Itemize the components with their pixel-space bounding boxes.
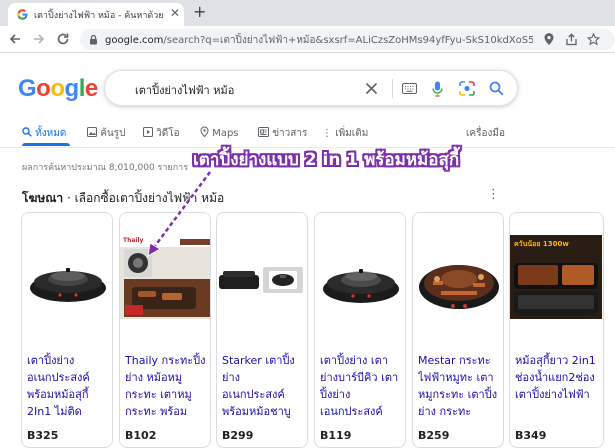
product-title: เตาปิ้งย่าง อเนกประสงค์ พร้อมหม้อสุกี้ 2… — [27, 354, 90, 418]
product-price: B349 — [515, 429, 547, 442]
product-image — [510, 213, 602, 341]
search-divider — [392, 79, 393, 98]
shopping-ads-heading: โฆษณา · เลือกซื้อเตาปิ้งย่างไฟฟ้า หม้อ — [22, 189, 224, 208]
search-box[interactable]: เตาปิ้งย่างไฟฟ้า หม้อ — [104, 70, 518, 106]
product-price: B259 — [418, 429, 450, 442]
ads-title: · เลือกซื้อเตาปิ้งย่างไฟฟ้า หม้อ — [63, 191, 225, 205]
product-badge: Thaily — [123, 237, 144, 244]
news-icon — [258, 127, 269, 137]
lock-icon — [90, 34, 97, 45]
product-price: B325 — [27, 429, 59, 442]
ad-label: โฆษณา — [22, 191, 64, 205]
browser-toolbar: google.com/search?q=เตาปิ้งย่างไฟฟ้า+หม้… — [0, 26, 615, 53]
product-image — [120, 213, 210, 341]
microphone-icon[interactable] — [432, 81, 443, 97]
google-logo[interactable]: Google — [18, 75, 98, 103]
product-card[interactable]: ควันน้อย 1300w หม้อสุกี้ยาว 2in1 ช่องน้ำ… — [509, 212, 604, 448]
product-title: Mestar กระทะไฟฟ้าหมูทะ เตาหมูกระทะ เตาปิ… — [418, 354, 498, 418]
result-stats: ผลการค้นหาประมาณ 8,010,000 รายการ — [22, 163, 189, 173]
product-title: หม้อสุกี้ยาว 2in1 ช่องน้ำแยก2ช่อง เตาปิ้… — [515, 354, 596, 401]
tab-news-label: ข่าวสาร — [272, 128, 308, 139]
new-tab-icon[interactable]: + — [193, 2, 206, 21]
active-tab-indicator — [22, 143, 70, 146]
tab-images-label: ค้นรูป — [100, 128, 126, 139]
url-text: google.com/search?q=เตาปิ้งย่างไฟฟ้า+หม้… — [105, 33, 533, 48]
tools-label: เครื่องมือ — [466, 128, 505, 139]
product-card[interactable]: Mestar กระทะไฟฟ้าหมูทะ เตาหมูกระทะ เตาปิ… — [412, 212, 504, 448]
tab-videos-label: วิดีโอ — [156, 128, 180, 139]
forward-icon[interactable] — [32, 32, 46, 46]
product-image — [22, 213, 112, 341]
tab-all-label: ทั้งหมด — [35, 128, 67, 139]
product-card[interactable]: Starker เตาปิ้งย่าง อเนกประสงค์ พร้อมหม้… — [216, 212, 308, 448]
callout-label: เตาปิ้งย่างแบบ 2 in 1 พร้อมหม้อสุกี้ — [193, 150, 460, 170]
video-icon — [143, 127, 153, 137]
tab-videos[interactable]: วิดีโอ — [143, 126, 180, 141]
product-card[interactable]: เตาปิ้งย่าง อเนกประสงค์ พร้อมหม้อสุกี้ 2… — [21, 212, 113, 448]
browser-tab[interactable]: เตาปิ้งย่างไฟฟ้า หม้อ - ค้นหาด้วย Goo ✕ — [8, 3, 184, 26]
ads-menu-icon[interactable]: ⋮ — [487, 187, 500, 202]
tab-maps[interactable]: Maps — [200, 126, 239, 139]
product-price: B102 — [125, 429, 157, 442]
image-icon — [87, 127, 97, 137]
product-card[interactable]: Thaily Thaily กระทะปิ้งย่าง หม้อหมูกระทะ… — [119, 212, 211, 448]
keyboard-icon[interactable] — [402, 83, 417, 94]
browser-tab-bar: เตาปิ้งย่างไฟฟ้า หม้อ - ค้นหาด้วย Goo ✕ … — [0, 0, 615, 26]
product-price: B299 — [222, 429, 254, 442]
tab-maps-label: Maps — [212, 128, 239, 139]
google-favicon-icon — [17, 9, 28, 20]
product-title: เตาปิ้งย่าง เตาย่างบาร์บีคิว เตาปิ้งย่าง… — [320, 354, 399, 418]
search-tabs: ทั้งหมด ค้นรูป วิดีโอ Maps ข่าวสาร ⋮ เพิ… — [0, 122, 615, 146]
tab-more-label: เพิ่มเติม — [335, 128, 369, 139]
back-icon[interactable] — [8, 32, 22, 46]
url-path: /search?q=เตาปิ้งย่างไฟฟ้า+หม้อ&sxsrf=AL… — [163, 35, 533, 46]
product-title: Thaily กระทะปิ้งย่าง หม้อหมูกระทะ เตาหมู… — [125, 354, 206, 418]
share-icon[interactable] — [565, 33, 578, 46]
address-bar[interactable]: google.com/search?q=เตาปิ้งย่างไฟฟ้า+หม้… — [80, 29, 615, 50]
product-image — [315, 213, 405, 341]
map-pin-icon — [200, 126, 209, 138]
more-vert-icon: ⋮ — [322, 128, 332, 139]
camera-lens-icon[interactable] — [459, 81, 475, 96]
url-host: google.com — [105, 35, 164, 46]
tab-images[interactable]: ค้นรูป — [87, 126, 125, 141]
tools-button[interactable]: เครื่องมือ — [466, 126, 505, 141]
search-query[interactable]: เตาปิ้งย่างไฟฟ้า หม้อ — [135, 81, 234, 99]
clear-icon[interactable] — [365, 82, 378, 95]
search-icon[interactable] — [489, 81, 504, 96]
reload-icon[interactable] — [56, 32, 70, 46]
product-image — [217, 213, 307, 341]
product-image — [413, 213, 503, 341]
search-icon — [22, 127, 32, 137]
tab-more[interactable]: ⋮ เพิ่มเติม — [322, 126, 368, 141]
product-price: B119 — [320, 429, 352, 442]
close-tab-icon[interactable]: ✕ — [170, 6, 180, 20]
tab-all[interactable]: ทั้งหมด — [22, 126, 66, 141]
location-icon[interactable] — [543, 33, 555, 46]
tab-news[interactable]: ข่าวสาร — [258, 126, 307, 141]
product-title: Starker เตาปิ้งย่าง อเนกประสงค์ พร้อมหม้… — [222, 354, 295, 418]
product-card[interactable]: เตาปิ้งย่าง เตาย่างบาร์บีคิว เตาปิ้งย่าง… — [314, 212, 406, 448]
bookmark-star-icon[interactable] — [587, 33, 600, 46]
browser-tab-title: เตาปิ้งย่างไฟฟ้า หม้อ - ค้นหาด้วย Goo — [34, 11, 164, 21]
product-badge: ควันน้อย 1300w — [514, 240, 569, 248]
